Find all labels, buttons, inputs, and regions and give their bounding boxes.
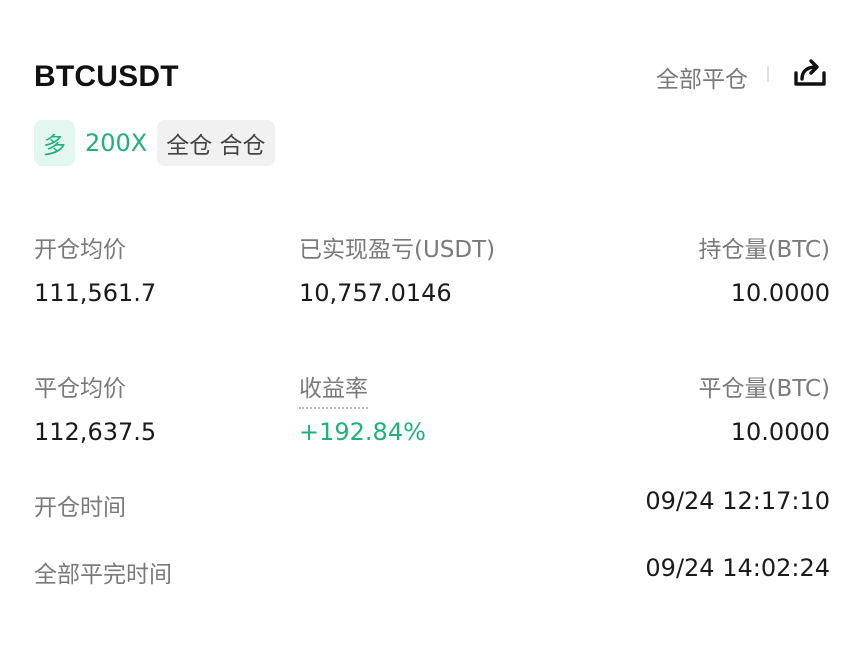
- header-divider: [767, 66, 769, 82]
- roi-value: +192.84%: [299, 418, 426, 446]
- close-all-button[interactable]: 全部平仓: [656, 60, 748, 94]
- position-size-value: 10.0000: [730, 279, 830, 307]
- margin-mode-badge: 全仓 合仓: [157, 120, 275, 166]
- open-time-value: 09/24 12:17:10: [645, 487, 830, 515]
- side-badge: 多: [34, 120, 75, 166]
- close-avg-price-value: 112,637.5: [34, 418, 157, 446]
- open-time-label: 开仓时间: [34, 495, 126, 521]
- realized-pnl-label: 已实现盈亏(USDT): [299, 237, 496, 263]
- position-size-label: 持仓量(BTC): [698, 237, 831, 263]
- share-button[interactable]: [791, 54, 829, 92]
- open-avg-price-label: 开仓均价: [34, 237, 126, 263]
- full-close-time-label: 全部平完时间: [34, 562, 172, 588]
- closed-size-value: 10.0000: [730, 418, 830, 446]
- realized-pnl-value: 10,757.0146: [299, 279, 452, 307]
- full-close-time-value: 09/24 14:02:24: [645, 554, 830, 582]
- leverage-badge: 200X: [85, 129, 148, 157]
- open-avg-price-value: 111,561.7: [34, 279, 157, 307]
- position-history-card: BTCUSDT 全部平仓 多 200X 全仓 合仓 开仓均价 111,561.7…: [0, 0, 864, 651]
- symbol-title: BTCUSDT: [34, 60, 179, 93]
- share-icon: [794, 59, 826, 86]
- closed-size-label: 平仓量(BTC): [698, 376, 831, 402]
- roi-label[interactable]: 收益率: [299, 369, 368, 409]
- close-avg-price-label: 平仓均价: [34, 376, 126, 402]
- position-tags: 多 200X 全仓 合仓: [34, 120, 275, 166]
